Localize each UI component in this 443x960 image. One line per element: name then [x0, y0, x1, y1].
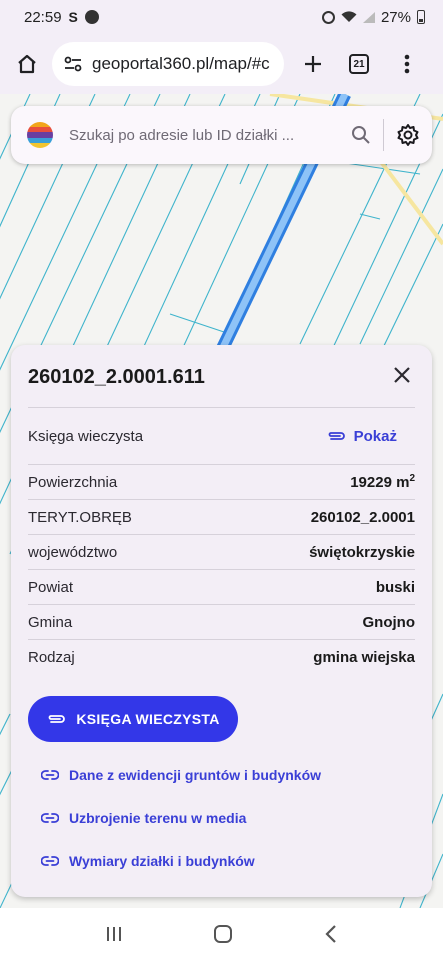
search-divider: [383, 119, 384, 151]
attribute-value: buski: [375, 578, 415, 596]
status-bar: 22:59 S 27%: [0, 0, 443, 34]
home-nav-icon[interactable]: [213, 924, 233, 944]
messenger-icon: [84, 10, 99, 24]
attachment-icon: [328, 432, 345, 440]
attribute-row: Rodzaj gmina wiejska: [28, 639, 415, 674]
land-register-button[interactable]: KSIĘGA WIECZYSTA: [28, 696, 238, 742]
attribute-value: 19229 m2: [350, 473, 415, 491]
close-icon[interactable]: [390, 363, 414, 387]
home-icon[interactable]: [10, 47, 44, 81]
tabs-button[interactable]: 21: [342, 47, 376, 81]
parcel-id-title: 260102_2.0001.611: [28, 366, 205, 388]
land-register-button-label: KSIĘGA WIECZYSTA: [76, 711, 220, 727]
system-nav-bar: [0, 908, 443, 960]
more-vert-icon[interactable]: [390, 47, 424, 81]
parcel-attributes: Księga wieczysta Pokaż Powierzchnia 1922…: [28, 407, 415, 674]
dimensions-link[interactable]: Wymiary działki i budynków: [41, 853, 255, 869]
geoportal-logo-icon: [27, 122, 53, 148]
attribute-label: Powierzchnia: [28, 473, 118, 491]
attribute-label: TERYT.OBRĘB: [28, 508, 132, 526]
address-bar[interactable]: geoportal360.pl/map/#c: [52, 42, 284, 86]
parcel-info-panel: 260102_2.0001.611 Księga wieczysta Pokaż…: [11, 345, 432, 897]
gear-icon[interactable]: [396, 123, 420, 147]
attachment-icon: [49, 715, 66, 723]
url-text: geoportal360.pl/map/#c: [92, 54, 270, 73]
show-land-register-link[interactable]: Pokaż: [326, 428, 397, 445]
alarm-icon: [321, 10, 335, 24]
attribute-value: świętokrzyskie: [309, 543, 415, 561]
search-icon[interactable]: [351, 125, 371, 145]
wifi-icon: [341, 11, 357, 22]
utilities-link[interactable]: Uzbrojenie terenu w media: [41, 810, 246, 826]
tabs-icon: 21: [349, 54, 369, 74]
battery-percent: 27%: [380, 8, 411, 26]
show-label: Pokaż: [353, 427, 397, 445]
land-register-label: Księga wieczysta: [28, 427, 144, 445]
link-icon: [41, 813, 59, 823]
attribute-row: Powierzchnia 19229 m2: [28, 464, 415, 499]
dimensions-label: Wymiary działki i budynków: [69, 853, 255, 869]
land-register-row: Księga wieczysta Pokaż: [28, 407, 415, 464]
signal-icon: [362, 11, 375, 23]
plus-icon[interactable]: [296, 47, 330, 81]
attribute-row: Gmina Gnojno: [28, 604, 415, 639]
link-icon: [41, 856, 59, 866]
attribute-label: Rodzaj: [28, 648, 75, 666]
attribute-row: Powiat buski: [28, 569, 415, 604]
attribute-label: Powiat: [28, 578, 74, 596]
link-icon: [41, 770, 59, 780]
recents-icon[interactable]: [105, 925, 123, 943]
attribute-label: Gmina: [28, 613, 73, 631]
back-icon[interactable]: [324, 925, 338, 943]
attribute-value: 260102_2.0001: [310, 508, 415, 526]
attribute-value: gmina wiejska: [313, 648, 415, 666]
area-unit-exponent: 2: [409, 473, 415, 484]
attribute-row: województwo świętokrzyskie: [28, 534, 415, 569]
search-bar[interactable]: Szukaj po adresie lub ID działki ...: [11, 106, 432, 164]
area-value: 19229 m: [350, 474, 410, 491]
app-notification-icon: S: [68, 9, 78, 25]
battery-icon: [417, 10, 425, 24]
status-time: 22:59: [24, 8, 62, 26]
attribute-row: TERYT.OBRĘB 260102_2.0001: [28, 499, 415, 534]
search-input[interactable]: Szukaj po adresie lub ID działki ...: [69, 127, 351, 144]
cadastre-data-label: Dane z ewidencji gruntów i budynków: [69, 767, 322, 783]
cadastre-data-link[interactable]: Dane z ewidencji gruntów i budynków: [41, 767, 321, 783]
attribute-label: województwo: [28, 543, 118, 561]
utilities-label: Uzbrojenie terenu w media: [69, 810, 247, 826]
site-settings-icon[interactable]: [64, 56, 82, 72]
browser-toolbar: geoportal360.pl/map/#c 21: [0, 34, 443, 94]
attribute-value: Gnojno: [362, 613, 416, 631]
